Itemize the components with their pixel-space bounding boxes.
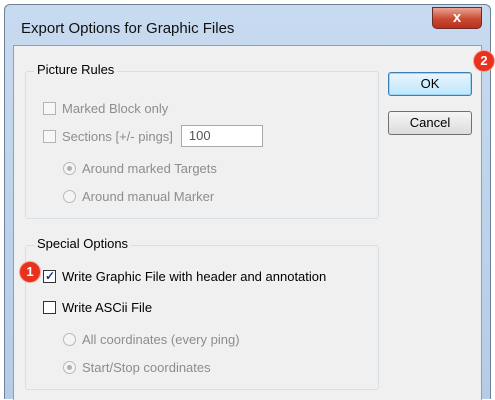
dialog-client-area: Picture Rules Marked Block only Sections… xyxy=(13,45,482,400)
special-options-group: Special Options ✓ Write Graphic File wit… xyxy=(25,236,379,390)
picture-rules-title: Picture Rules xyxy=(34,62,118,77)
sections-pings-input[interactable]: 100 xyxy=(180,125,263,147)
start-stop-radio[interactable] xyxy=(63,360,76,374)
all-coordinates-label: All coordinates (every ping) xyxy=(82,331,240,347)
marked-block-option[interactable]: Marked Block only xyxy=(43,99,168,117)
cancel-button[interactable]: Cancel xyxy=(388,111,472,135)
around-marker-option[interactable]: Around manual Marker xyxy=(63,187,214,205)
all-coordinates-radio[interactable] xyxy=(63,332,76,346)
start-stop-label: Start/Stop coordinates xyxy=(82,359,211,375)
start-stop-option[interactable]: Start/Stop coordinates xyxy=(63,358,211,376)
around-marker-label: Around manual Marker xyxy=(82,188,215,204)
checkmark-icon: ✓ xyxy=(45,268,56,283)
write-graphic-option[interactable]: ✓ Write Graphic File with header and ann… xyxy=(43,267,326,285)
sections-label: Sections [+/- pings] xyxy=(62,128,173,144)
radio-selected-dot xyxy=(67,165,72,171)
close-button[interactable]: x xyxy=(432,7,482,29)
around-marker-radio[interactable] xyxy=(63,189,76,203)
special-options-title: Special Options xyxy=(34,236,132,251)
around-targets-radio[interactable] xyxy=(63,161,76,175)
dialog-window: Export Options for Graphic Files x Pictu… xyxy=(4,4,491,400)
write-ascii-checkbox[interactable] xyxy=(43,300,56,314)
radio-selected-dot xyxy=(67,364,72,370)
write-ascii-option[interactable]: Write ASCii File xyxy=(43,298,152,316)
marked-block-checkbox[interactable] xyxy=(43,101,56,115)
around-targets-label: Around marked Targets xyxy=(82,160,217,176)
write-ascii-label: Write ASCii File xyxy=(62,299,153,315)
callout-badge-two: 2 xyxy=(473,50,495,72)
picture-rules-group: Picture Rules Marked Block only Sections… xyxy=(25,62,379,219)
marked-block-label: Marked Block only xyxy=(62,100,169,116)
window-title: Export Options for Graphic Files xyxy=(21,20,235,37)
write-graphic-checkbox[interactable]: ✓ xyxy=(43,268,56,283)
write-graphic-label: Write Graphic File with header and annot… xyxy=(62,268,327,284)
ok-button[interactable]: OK xyxy=(388,72,472,96)
close-icon: x xyxy=(452,9,462,26)
around-targets-option[interactable]: Around marked Targets xyxy=(63,159,217,177)
sections-checkbox[interactable] xyxy=(43,129,56,143)
all-coordinates-option[interactable]: All coordinates (every ping) xyxy=(63,330,240,348)
sections-option[interactable]: Sections [+/- pings] 100 xyxy=(43,125,263,147)
callout-badge-one: 1 xyxy=(19,261,41,283)
